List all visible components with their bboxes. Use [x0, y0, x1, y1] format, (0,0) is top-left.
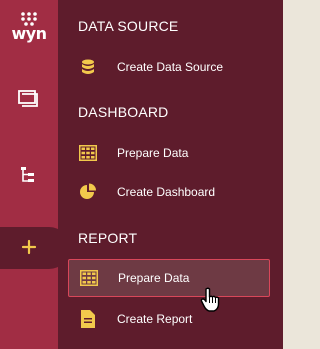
hierarchy-icon[interactable]	[16, 162, 40, 186]
create-menu: DATA SOURCE Create Data Source DASHBOARD…	[58, 0, 283, 349]
folder-icon[interactable]	[16, 86, 40, 110]
database-icon	[78, 57, 98, 77]
menu-item-report-prepare-data[interactable]: Prepare Data	[68, 259, 270, 297]
menu-item-label: Create Dashboard	[117, 185, 216, 199]
pie-chart-icon	[78, 182, 98, 202]
grid-icon	[78, 143, 98, 163]
menu-item-label: Prepare Data	[117, 146, 189, 160]
section-title-dashboard: DASHBOARD	[78, 104, 169, 120]
menu-item-create-data-source[interactable]: Create Data Source	[68, 48, 268, 86]
logo-wordmark: wyn	[11, 24, 47, 43]
menu-item-label: Create Data Source	[117, 60, 224, 74]
menu-item-label: Create Report	[117, 312, 193, 326]
menu-item-dashboard-prepare-data[interactable]: Prepare Data	[68, 134, 268, 172]
left-rail: wyn	[0, 0, 70, 349]
plus-icon[interactable]	[21, 239, 37, 255]
section-title-data-source: DATA SOURCE	[78, 18, 179, 34]
menu-item-create-dashboard[interactable]: Create Dashboard	[68, 173, 268, 211]
section-title-report: REPORT	[78, 230, 138, 246]
menu-item-label: Prepare Data	[118, 271, 190, 285]
grid-icon	[79, 268, 99, 288]
wyn-logo[interactable]: wyn	[9, 12, 49, 42]
document-icon	[78, 309, 98, 329]
hand-pointer-cursor-icon	[200, 287, 220, 312]
menu-item-create-report[interactable]: Create Report	[68, 300, 268, 338]
